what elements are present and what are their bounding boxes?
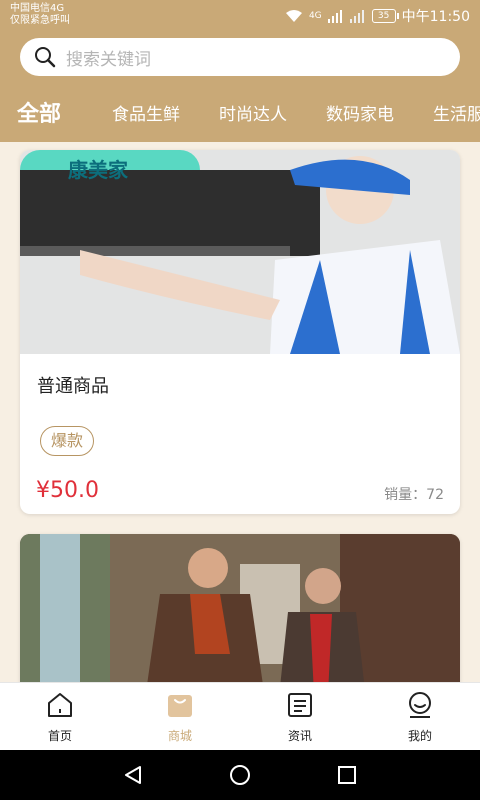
status-icons: 4G 35 中午11:50: [285, 6, 470, 26]
status-bar: 中国电信4G 仅限紧急呼叫 4G 35 中午11:50: [0, 0, 480, 34]
home-circle-icon[interactable]: [229, 764, 251, 786]
product-price: ¥50.0: [36, 478, 99, 503]
hot-badge: 爆款: [40, 426, 95, 456]
nav-profile-label: 我的: [407, 729, 432, 743]
tab-electronics[interactable]: 数码家电: [326, 100, 394, 125]
product-image: [20, 534, 460, 682]
home-icon: [48, 693, 72, 717]
no-signal-icon: [349, 10, 364, 23]
category-tabs: 全部 食品生鲜 时尚达人 数码家电 生活服: [0, 90, 480, 134]
system-navigation-bar: [0, 750, 480, 800]
search-icon: [35, 47, 56, 68]
nav-shop-label: 商城: [167, 729, 192, 743]
tab-food[interactable]: 食品生鲜: [112, 100, 180, 125]
wifi-icon: [285, 10, 302, 22]
profile-icon: [409, 692, 431, 718]
bottom-navigation: 首页 商城 资讯 我的: [0, 682, 480, 751]
battery-indicator: 35: [371, 9, 399, 23]
tab-fashion[interactable]: 时尚达人: [219, 100, 287, 125]
clock: 中午11:50: [401, 9, 470, 25]
search-input[interactable]: 搜索关键词: [66, 45, 151, 70]
network-type: 4G: [308, 11, 322, 21]
nav-home[interactable]: 首页: [20, 691, 100, 744]
back-icon[interactable]: [122, 764, 144, 786]
recent-apps-icon[interactable]: [336, 764, 358, 786]
tab-all[interactable]: 全部: [17, 96, 61, 128]
header: 搜索关键词 全部 食品生鲜 时尚达人 数码家电 生活服: [0, 34, 480, 142]
product-list: 康美家 普通商品 爆款 ¥50.0 销量：72: [0, 142, 480, 682]
product-photo: [20, 534, 460, 682]
nav-news-label: 资讯: [287, 729, 312, 743]
nav-profile[interactable]: 我的: [380, 691, 460, 744]
nav-news[interactable]: 资讯: [260, 691, 340, 744]
tab-life[interactable]: 生活服: [433, 100, 480, 125]
nav-home-label: 首页: [47, 729, 72, 743]
product-card[interactable]: [20, 534, 460, 682]
image-brand-text: 康美家: [68, 158, 128, 182]
carrier-info: 中国电信4G 仅限紧急呼叫: [10, 3, 70, 27]
signal-icon: [327, 10, 342, 23]
product-image: 康美家: [20, 150, 460, 354]
nav-shop[interactable]: 商城: [140, 691, 220, 744]
product-card[interactable]: 康美家 普通商品 爆款 ¥50.0 销量：72: [20, 150, 460, 514]
news-icon: [288, 693, 312, 717]
shop-bag-icon: [168, 695, 192, 717]
product-title: 普通商品: [37, 376, 109, 397]
search-bar[interactable]: 搜索关键词: [20, 38, 460, 76]
carrier-emergency: 仅限紧急呼叫: [10, 15, 70, 26]
product-sales: 销量：72: [384, 487, 444, 503]
carrier-name: 中国电信4G: [10, 3, 65, 14]
